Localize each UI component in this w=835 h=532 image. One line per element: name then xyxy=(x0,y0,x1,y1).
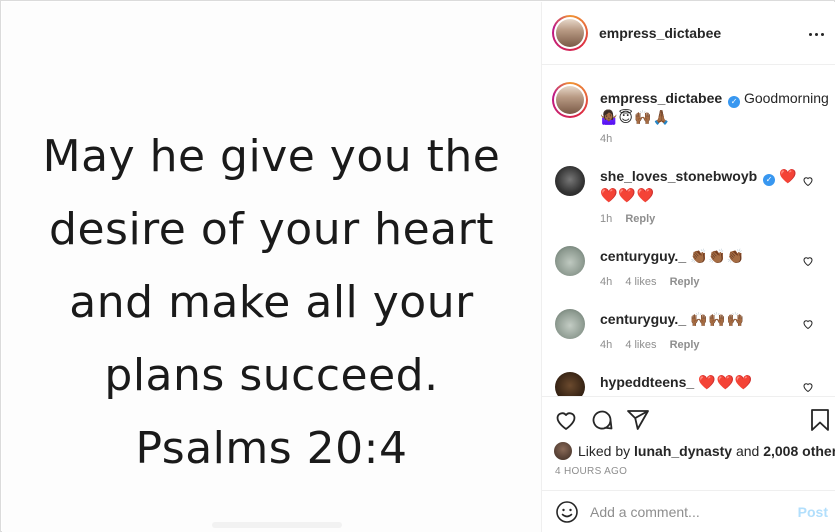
likes-summary: Liked by lunah_dynasty and 2,008 others xyxy=(554,442,835,460)
comment-username[interactable]: she_loves_stonebwoyb xyxy=(600,168,757,184)
heart-icon[interactable] xyxy=(802,318,814,330)
add-comment-bar: Post xyxy=(542,490,835,532)
post-header: empress_dictabee xyxy=(542,2,835,65)
comment-meta: 4h 4 likes Reply xyxy=(600,276,710,288)
comment-likes[interactable]: 4 likes xyxy=(625,339,656,351)
avatar[interactable] xyxy=(555,246,585,276)
comment-username[interactable]: centuryguy._ xyxy=(600,248,686,264)
verified-icon: ✓ xyxy=(728,96,741,108)
likes-connector: and xyxy=(735,443,760,459)
share-icon[interactable] xyxy=(626,408,650,432)
comment-item: hypeddteens_ ❤️❤️❤️ xyxy=(542,370,835,396)
comment-text: centuryguy._ 👏🏾👏🏾👏🏾 xyxy=(600,247,800,265)
smile-icon[interactable] xyxy=(555,500,579,524)
author-username[interactable]: empress_dictabee xyxy=(599,25,721,41)
comments-list[interactable]: empress_dictabee ✓ Goodmorning 🤷🏾‍♀️😇🙌🏾🙏… xyxy=(542,66,835,396)
more-icon[interactable] xyxy=(806,26,826,42)
caption-body: Goodmorning xyxy=(743,90,829,106)
reply-button[interactable]: Reply xyxy=(670,339,700,351)
comment-likes[interactable]: 4 likes xyxy=(625,276,656,288)
caption-time[interactable]: 4h xyxy=(600,133,612,145)
comment-meta: 1h Reply xyxy=(600,213,665,225)
liker-username[interactable]: lunah_dynasty xyxy=(634,443,732,459)
comment-item: centuryguy._ 🙌🏾🙌🏾🙌🏾 4h 4 likes Reply xyxy=(542,307,835,367)
comment-body: ❤️❤️❤️ xyxy=(698,374,754,390)
comment-item: she_loves_stonebwoyb ✓ ❤️❤️❤️❤️ 1h Reply xyxy=(542,164,835,225)
caption-text: empress_dictabee ✓ Goodmorning 🤷🏾‍♀️😇🙌🏾🙏… xyxy=(600,89,830,126)
post-sidebar: empress_dictabee empress_dictabee ✓ Good… xyxy=(541,2,835,532)
comment-username[interactable]: centuryguy._ xyxy=(600,311,686,327)
heart-icon[interactable] xyxy=(802,255,814,267)
comment-input[interactable] xyxy=(590,501,780,523)
caption-avatar[interactable] xyxy=(552,82,588,118)
comment-body: 👏🏾👏🏾👏🏾 xyxy=(690,248,746,264)
comment-time[interactable]: 1h xyxy=(600,213,612,225)
post-timestamp[interactable]: 4 HOURS AGO xyxy=(555,466,627,477)
avatar[interactable] xyxy=(555,166,585,196)
heart-icon[interactable] xyxy=(802,381,814,393)
comment-text: centuryguy._ 🙌🏾🙌🏾🙌🏾 xyxy=(600,310,800,328)
avatar[interactable] xyxy=(555,372,585,396)
quote-text: May he give you the desire of your heart… xyxy=(2,120,541,485)
heart-icon[interactable] xyxy=(802,175,814,187)
image-watermark xyxy=(212,522,342,528)
caption-meta: 4h xyxy=(600,133,624,145)
comment-text: she_loves_stonebwoyb ✓ ❤️❤️❤️❤️ xyxy=(600,167,800,204)
comment-body: 🙌🏾🙌🏾🙌🏾 xyxy=(690,311,746,327)
author-avatar[interactable] xyxy=(552,15,588,51)
comment-icon[interactable] xyxy=(590,408,614,432)
likes-others[interactable]: 2,008 others xyxy=(763,443,835,459)
caption-emojis: 🤷🏾‍♀️😇🙌🏾🙏🏾 xyxy=(600,109,671,125)
reply-button[interactable]: Reply xyxy=(670,276,700,288)
quote-line: plans succeed. xyxy=(104,350,439,401)
comment-item: centuryguy._ 👏🏾👏🏾👏🏾 4h 4 likes Reply xyxy=(542,244,835,304)
post-modal: May he give you the desire of your heart… xyxy=(0,0,835,532)
verified-icon: ✓ xyxy=(763,174,776,186)
action-bar xyxy=(554,408,834,434)
comment-username[interactable]: hypeddteens_ xyxy=(600,374,694,390)
quote-line: May he give you the xyxy=(42,131,501,182)
comment-time[interactable]: 4h xyxy=(600,339,612,351)
likes-prefix: Liked by xyxy=(578,443,631,459)
post-image[interactable]: May he give you the desire of your heart… xyxy=(2,2,541,532)
avatar[interactable] xyxy=(555,309,585,339)
bookmark-icon[interactable] xyxy=(808,408,832,432)
comment-meta: 4h 4 likes Reply xyxy=(600,339,710,351)
quote-line: and make all your xyxy=(69,277,474,328)
heart-icon[interactable] xyxy=(554,408,578,432)
liker-avatar[interactable] xyxy=(554,442,572,460)
comment-text: hypeddteens_ ❤️❤️❤️ xyxy=(600,373,800,391)
quote-line: desire of your heart xyxy=(49,204,494,255)
caption-username[interactable]: empress_dictabee xyxy=(600,90,722,106)
post-button[interactable]: Post xyxy=(798,504,828,520)
comment-time[interactable]: 4h xyxy=(600,276,612,288)
quote-line: Psalms 20:4 xyxy=(135,423,408,474)
reply-button[interactable]: Reply xyxy=(625,213,655,225)
